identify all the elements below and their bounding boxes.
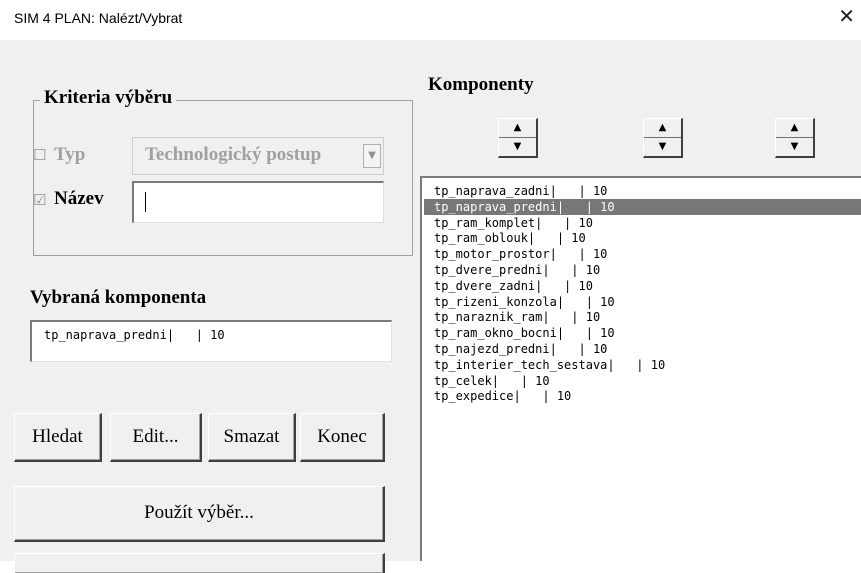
typ-combobox[interactable]: Technologický postup ▼ [132, 137, 384, 175]
criteria-groupbox [33, 100, 413, 256]
list-item[interactable]: tp_expedice| | 10 [434, 388, 571, 404]
edit-button-label: Edit... [132, 426, 179, 447]
list-item[interactable]: tp_ram_komplet| | 10 [434, 215, 593, 231]
list-item[interactable]: tp_naraznik_ram| | 10 [434, 309, 600, 325]
konec-button-label: Konec [317, 426, 367, 447]
spinner-up-icon[interactable]: ▲ [499, 119, 536, 138]
spinner-1[interactable]: ▲ ▼ [498, 118, 538, 158]
chevron-down-icon[interactable]: ▼ [363, 144, 381, 168]
list-item[interactable]: tp_najezd_predni| | 10 [434, 341, 607, 357]
list-item[interactable]: tp_ram_oblouk| | 10 [434, 230, 586, 246]
list-item[interactable]: tp_motor_prostor| | 10 [434, 246, 607, 262]
selected-component-title: Vybraná komponenta [30, 287, 207, 308]
components-title: Komponenty [428, 74, 534, 95]
spinner-down-icon[interactable]: ▼ [644, 138, 681, 157]
pouzit-vyber-button-label: Použít výběr... [144, 502, 254, 523]
spinner-3[interactable]: ▲ ▼ [775, 118, 815, 158]
list-item[interactable]: tp_dvere_predni| | 10 [434, 262, 600, 278]
hledat-button-label: Hledat [32, 426, 83, 447]
typ-checkbox[interactable]: ☐ [33, 146, 46, 164]
list-item[interactable]: tp_rizeni_konzola| | 10 [434, 294, 615, 310]
list-item-selected[interactable]: tp_naprava_predni| | 10 [424, 198, 861, 215]
spinner-up-icon[interactable]: ▲ [644, 119, 681, 138]
criteria-title: Kriteria výběru [40, 87, 177, 109]
window-title: SIM 4 PLAN: Nalézt/Vybrat [14, 10, 183, 26]
nazev-label: Název [54, 188, 104, 209]
components-listbox[interactable]: tp_naprava_zadni| | 10 tp_naprava_predni|… [420, 176, 861, 561]
nazev-checkbox[interactable]: ☑ [33, 191, 46, 209]
list-item[interactable]: tp_ram_okno_bocni| | 10 [434, 325, 615, 341]
pouzit-vyber-button[interactable]: Použít výběr... [14, 486, 385, 542]
spinner-down-icon[interactable]: ▼ [499, 138, 536, 157]
title-bar: SIM 4 PLAN: Nalézt/Vybrat ✕ [0, 0, 861, 40]
nazev-input[interactable] [132, 181, 384, 223]
edit-button[interactable]: Edit... [110, 413, 202, 462]
close-icon[interactable]: ✕ [838, 6, 855, 26]
konec-button[interactable]: Konec [300, 413, 385, 462]
list-item[interactable]: tp_naprava_zadni| | 10 [434, 183, 607, 199]
list-item[interactable]: tp_dvere_zadni| | 10 [434, 278, 593, 294]
selected-component-field[interactable]: tp_naprava_predni| | 10 [30, 320, 392, 362]
cut-off-button[interactable] [14, 553, 385, 573]
text-caret [145, 192, 146, 212]
typ-label: Typ [54, 144, 86, 165]
list-item[interactable]: tp_interier_tech_sestava| | 10 [434, 357, 665, 373]
typ-combobox-value: Technologický postup [145, 144, 322, 165]
smazat-button-label: Smazat [223, 426, 280, 447]
selected-component-value: tp_naprava_predni| | 10 [44, 328, 225, 342]
spinner-up-icon[interactable]: ▲ [776, 119, 813, 138]
spinner-2[interactable]: ▲ ▼ [643, 118, 683, 158]
spinner-down-icon[interactable]: ▼ [776, 138, 813, 157]
smazat-button[interactable]: Smazat [208, 413, 296, 462]
hledat-button[interactable]: Hledat [14, 413, 102, 462]
list-item[interactable]: tp_celek| | 10 [434, 373, 550, 389]
